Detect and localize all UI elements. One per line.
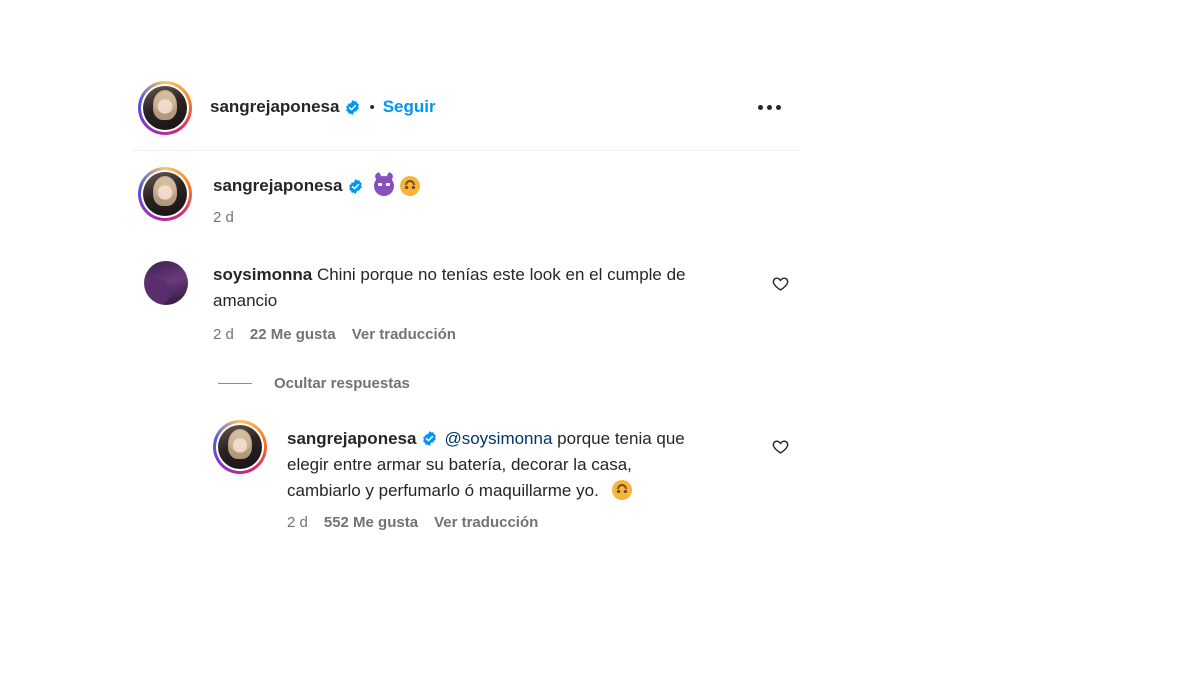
smiling-imp-emoji-icon bbox=[374, 176, 395, 196]
reply-text-line1: porque tenia que bbox=[557, 429, 685, 448]
caption-line: sangrejaponesa bbox=[213, 176, 421, 196]
header-divider bbox=[132, 150, 800, 151]
reply-text-line3: cambiarlo y perfumarlo ó maquillarme yo. bbox=[287, 481, 599, 500]
caption-author-username[interactable]: sangrejaponesa bbox=[213, 176, 342, 196]
reply-meta: 2 d 552 Me gusta Ver traducción bbox=[287, 514, 538, 531]
hide-replies-label[interactable]: Ocultar respuestas bbox=[274, 375, 410, 392]
reply-text-line2: elegir entre armar su batería, decorar l… bbox=[287, 455, 632, 474]
comment-meta: 2 d 22 Me gusta Ver traducción bbox=[213, 326, 456, 343]
more-options-icon[interactable] bbox=[758, 105, 781, 110]
verified-badge-icon bbox=[346, 99, 360, 115]
reply-likes-count[interactable]: 552 Me gusta bbox=[324, 514, 418, 531]
commenter-username[interactable]: soysimonna bbox=[213, 265, 312, 284]
comment-body: soysimonna Chini porque no tenías este l… bbox=[213, 262, 753, 314]
post-author-username[interactable]: sangrejaponesa bbox=[210, 97, 339, 117]
reply-timestamp[interactable]: 2 d bbox=[287, 514, 308, 531]
comment-translate-link[interactable]: Ver traducción bbox=[352, 326, 456, 343]
upside-down-face-emoji-icon bbox=[400, 176, 421, 196]
header-separator: • bbox=[369, 98, 375, 116]
caption-timestamp[interactable]: 2 d bbox=[213, 209, 234, 226]
verified-badge-icon bbox=[349, 178, 363, 194]
reply-body: sangrejaponesa @soysimonna porque tenia … bbox=[287, 426, 757, 504]
comment-text-line2: amancio bbox=[213, 291, 278, 310]
post-author-avatar[interactable] bbox=[138, 81, 192, 135]
upside-down-face-emoji-icon bbox=[611, 480, 632, 500]
commenter-avatar[interactable] bbox=[144, 261, 188, 305]
comment-text-line1: Chini porque no tenías este look en el c… bbox=[316, 265, 686, 284]
hide-replies-toggle[interactable]: Ocultar respuestas bbox=[218, 375, 410, 392]
follow-button[interactable]: Seguir bbox=[383, 97, 436, 117]
reply-translate-link[interactable]: Ver traducción bbox=[434, 514, 538, 531]
replies-line-divider bbox=[218, 383, 252, 384]
like-reply-heart-icon[interactable] bbox=[772, 438, 789, 455]
reply-mention-link[interactable]: @soysimonna bbox=[444, 429, 552, 448]
comment-likes-count[interactable]: 22 Me gusta bbox=[250, 326, 336, 343]
like-comment-heart-icon[interactable] bbox=[772, 275, 789, 292]
reply-author-username[interactable]: sangrejaponesa bbox=[287, 429, 416, 448]
caption-author-avatar[interactable] bbox=[138, 167, 192, 221]
verified-badge-icon bbox=[423, 431, 437, 446]
comment-timestamp[interactable]: 2 d bbox=[213, 326, 234, 343]
reply-author-avatar[interactable] bbox=[213, 420, 267, 474]
post-header: sangrejaponesa • Seguir bbox=[210, 97, 436, 117]
